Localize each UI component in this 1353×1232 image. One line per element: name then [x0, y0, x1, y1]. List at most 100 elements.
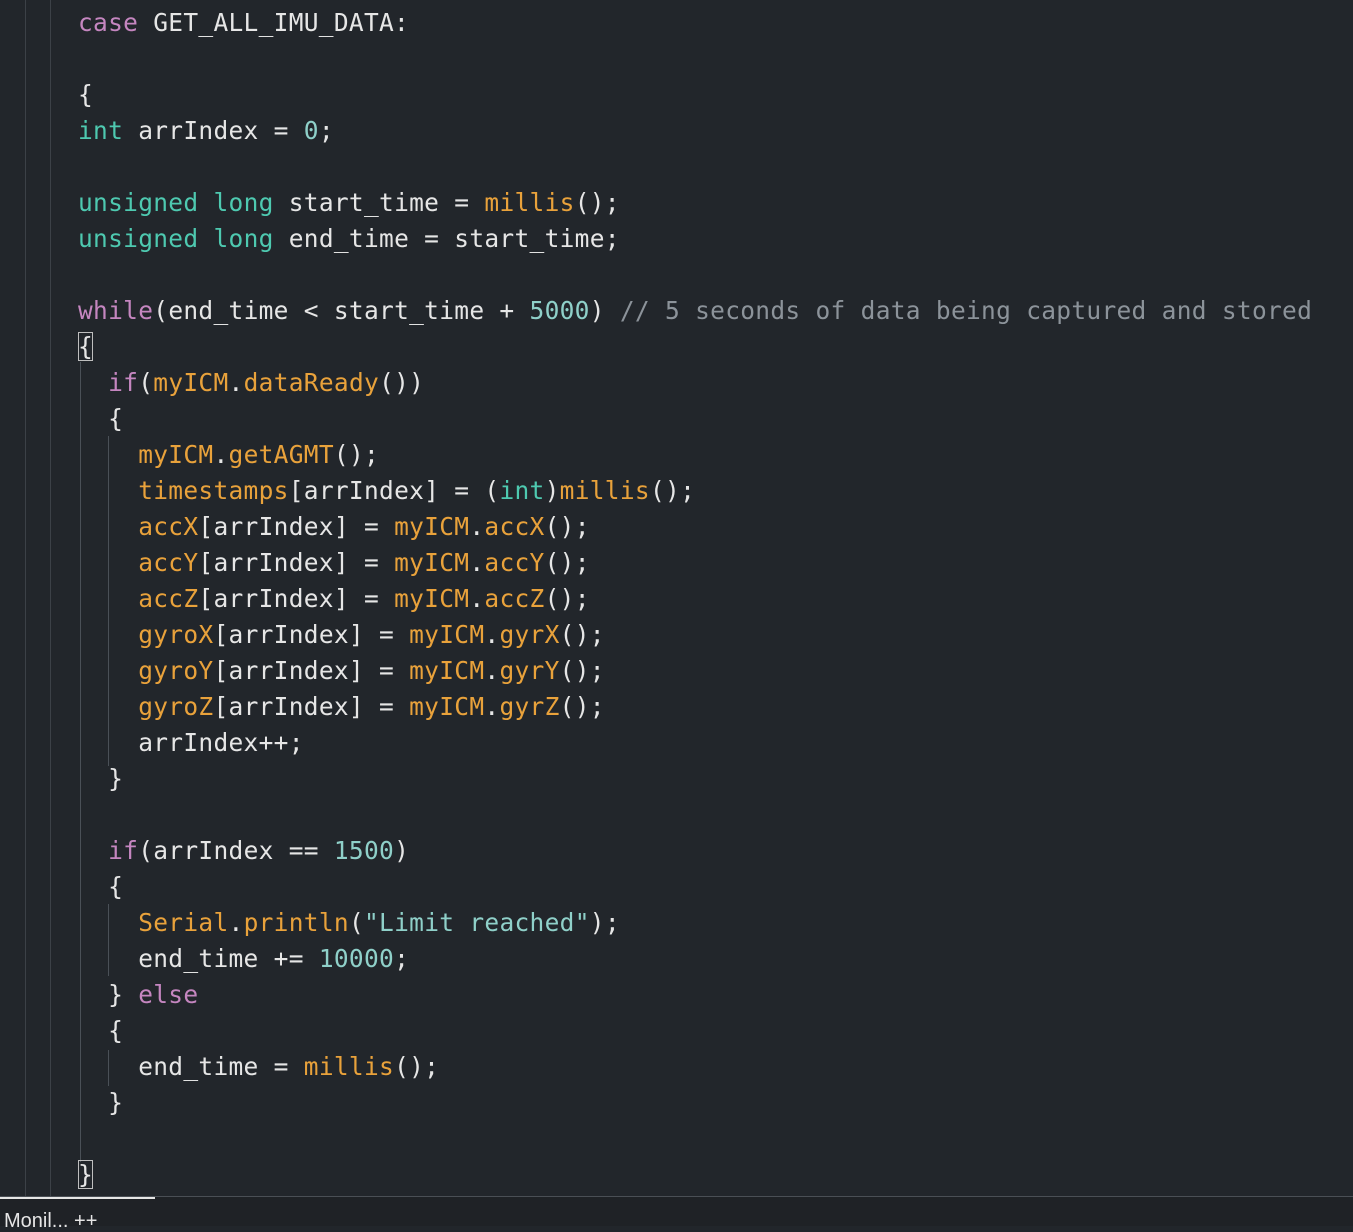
code-token: myICM — [394, 584, 470, 613]
code-token: accY — [138, 548, 199, 577]
code-token: [arrIndex] = — [213, 692, 410, 721]
code-line[interactable]: { — [78, 401, 123, 437]
code-token: 10000 — [318, 944, 395, 973]
code-token: start_time = — [273, 188, 485, 217]
code-token: myICM — [153, 368, 229, 397]
code-token: ); — [589, 908, 620, 937]
code-token: (); — [394, 1052, 440, 1081]
code-token: 5000 — [529, 296, 590, 325]
code-line[interactable]: gyroX[arrIndex] = myICM.gyrX(); — [78, 617, 605, 653]
code-token: gyrX — [499, 620, 560, 649]
code-token: (); — [333, 440, 380, 469]
code-token: . — [484, 620, 500, 649]
code-token: accX — [484, 512, 545, 541]
code-line[interactable]: accZ[arrIndex] = myICM.accZ(); — [78, 581, 590, 617]
code-line[interactable]: myICM.getAGMT(); — [78, 437, 379, 473]
code-token: gyroX — [138, 620, 214, 649]
code-token: int — [78, 116, 124, 145]
code-line[interactable]: unsigned long end_time = start_time; — [78, 221, 620, 257]
code-token: [arrIndex] = — [213, 656, 410, 685]
code-token: gyroY — [138, 656, 214, 685]
code-token: . — [213, 440, 229, 469]
code-token: arrIndex++; — [78, 728, 304, 757]
code-token: . — [484, 656, 500, 685]
code-line[interactable]: arrIndex++; — [78, 725, 304, 761]
code-token: int — [499, 476, 545, 505]
code-token: accZ — [484, 584, 545, 613]
code-token: [arrIndex] = ( — [288, 476, 500, 505]
code-token: { — [78, 872, 124, 901]
code-line[interactable]: accY[arrIndex] = myICM.accY(); — [78, 545, 590, 581]
code-token: (); — [559, 656, 605, 685]
code-token: myICM — [409, 692, 485, 721]
code-line[interactable]: { — [78, 1013, 123, 1049]
code-token: millis — [303, 1052, 395, 1081]
code-token: ) — [394, 836, 410, 865]
code-token: } — [78, 1088, 124, 1117]
code-token: accY — [484, 548, 545, 577]
code-line[interactable]: accX[arrIndex] = myICM.accX(); — [78, 509, 590, 545]
code-line[interactable]: if(myICM.dataReady()) — [78, 365, 424, 401]
code-token: . — [469, 584, 485, 613]
code-line[interactable]: case GET_ALL_IMU_DATA: — [78, 5, 409, 41]
code-token: . — [469, 512, 485, 541]
code-token: . — [228, 908, 244, 937]
code-editor[interactable]: case GET_ALL_IMU_DATA: { int arrIndex = 0;… — [0, 0, 1353, 1196]
code-line[interactable]: unsigned long start_time = millis(); — [78, 185, 620, 221]
code-line[interactable]: { — [78, 77, 93, 113]
code-line[interactable]: } else — [78, 977, 198, 1013]
code-line[interactable]: int arrIndex = 0; — [78, 113, 334, 149]
code-token: gyrZ — [499, 692, 560, 721]
code-token: end_time = start_time; — [273, 224, 620, 253]
code-token: (); — [559, 620, 605, 649]
code-line[interactable]: Serial.println("Limit reached"); — [78, 905, 620, 941]
code-line[interactable]: timestamps[arrIndex] = (int)millis(); — [78, 473, 695, 509]
code-token: (end_time < start_time + — [153, 296, 530, 325]
code-line[interactable]: if(arrIndex == 1500) — [78, 833, 409, 869]
code-token: ) — [589, 296, 620, 325]
code-token: myICM — [138, 440, 214, 469]
code-token: (); — [574, 188, 620, 217]
code-token: } — [78, 980, 139, 1009]
bottom-panel: l Monil... ++ — [0, 1196, 1353, 1231]
code-line[interactable]: { — [78, 329, 94, 365]
code-token: { — [78, 80, 94, 109]
code-token: { — [78, 332, 94, 361]
code-token: ; — [318, 116, 334, 145]
code-token: long — [213, 224, 274, 253]
code-line[interactable]: while(end_time < start_time + 5000) // 5… — [78, 293, 1312, 329]
panel-tab-label[interactable]: l Monil... ++ — [0, 1211, 97, 1231]
code-token: ( — [348, 908, 364, 937]
code-token: end_time += — [78, 944, 319, 973]
code-line[interactable]: { — [78, 869, 123, 905]
code-line[interactable]: end_time = millis(); — [78, 1049, 439, 1085]
code-token: gyrY — [499, 656, 560, 685]
code-token: millis — [559, 476, 650, 505]
code-line[interactable]: } — [78, 761, 123, 797]
code-token: { — [78, 1016, 124, 1045]
code-token: (); — [559, 692, 605, 721]
code-token: "Limit reached" — [364, 908, 590, 937]
code-token: else — [138, 980, 199, 1009]
code-token: arrIndex = — [123, 116, 304, 145]
code-token: long — [213, 188, 274, 217]
code-line[interactable]: end_time += 10000; — [78, 941, 409, 977]
code-line[interactable]: } — [78, 1157, 94, 1193]
code-token: [arrIndex] = — [198, 512, 395, 541]
code-line[interactable]: } — [78, 1085, 123, 1121]
code-token: getAGMT — [228, 440, 334, 469]
code-token: case — [78, 8, 139, 37]
code-line[interactable]: gyroY[arrIndex] = myICM.gyrY(); — [78, 653, 605, 689]
code-token: accZ — [138, 584, 199, 613]
code-token: gyroZ — [138, 692, 214, 721]
code-line[interactable]: gyroZ[arrIndex] = myICM.gyrZ(); — [78, 689, 605, 725]
code-token: . — [484, 692, 500, 721]
